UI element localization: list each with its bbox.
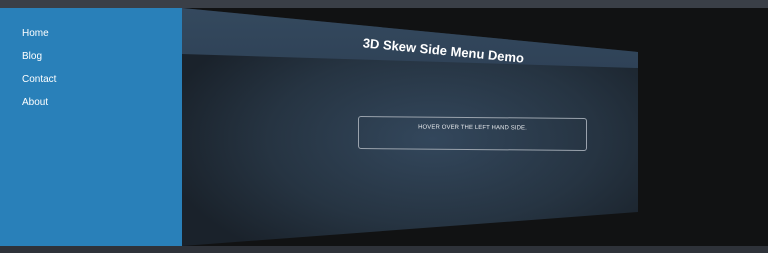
window-top-edge <box>0 0 768 8</box>
hint-text: HOVER OVER THE LEFT HAND SIDE. <box>418 124 527 132</box>
window-bottom-edge <box>0 246 768 253</box>
demo-viewport: Home Blog Contact About 3D Skew Side Men… <box>0 8 768 246</box>
hint-box: HOVER OVER THE LEFT HAND SIDE. <box>358 116 587 151</box>
